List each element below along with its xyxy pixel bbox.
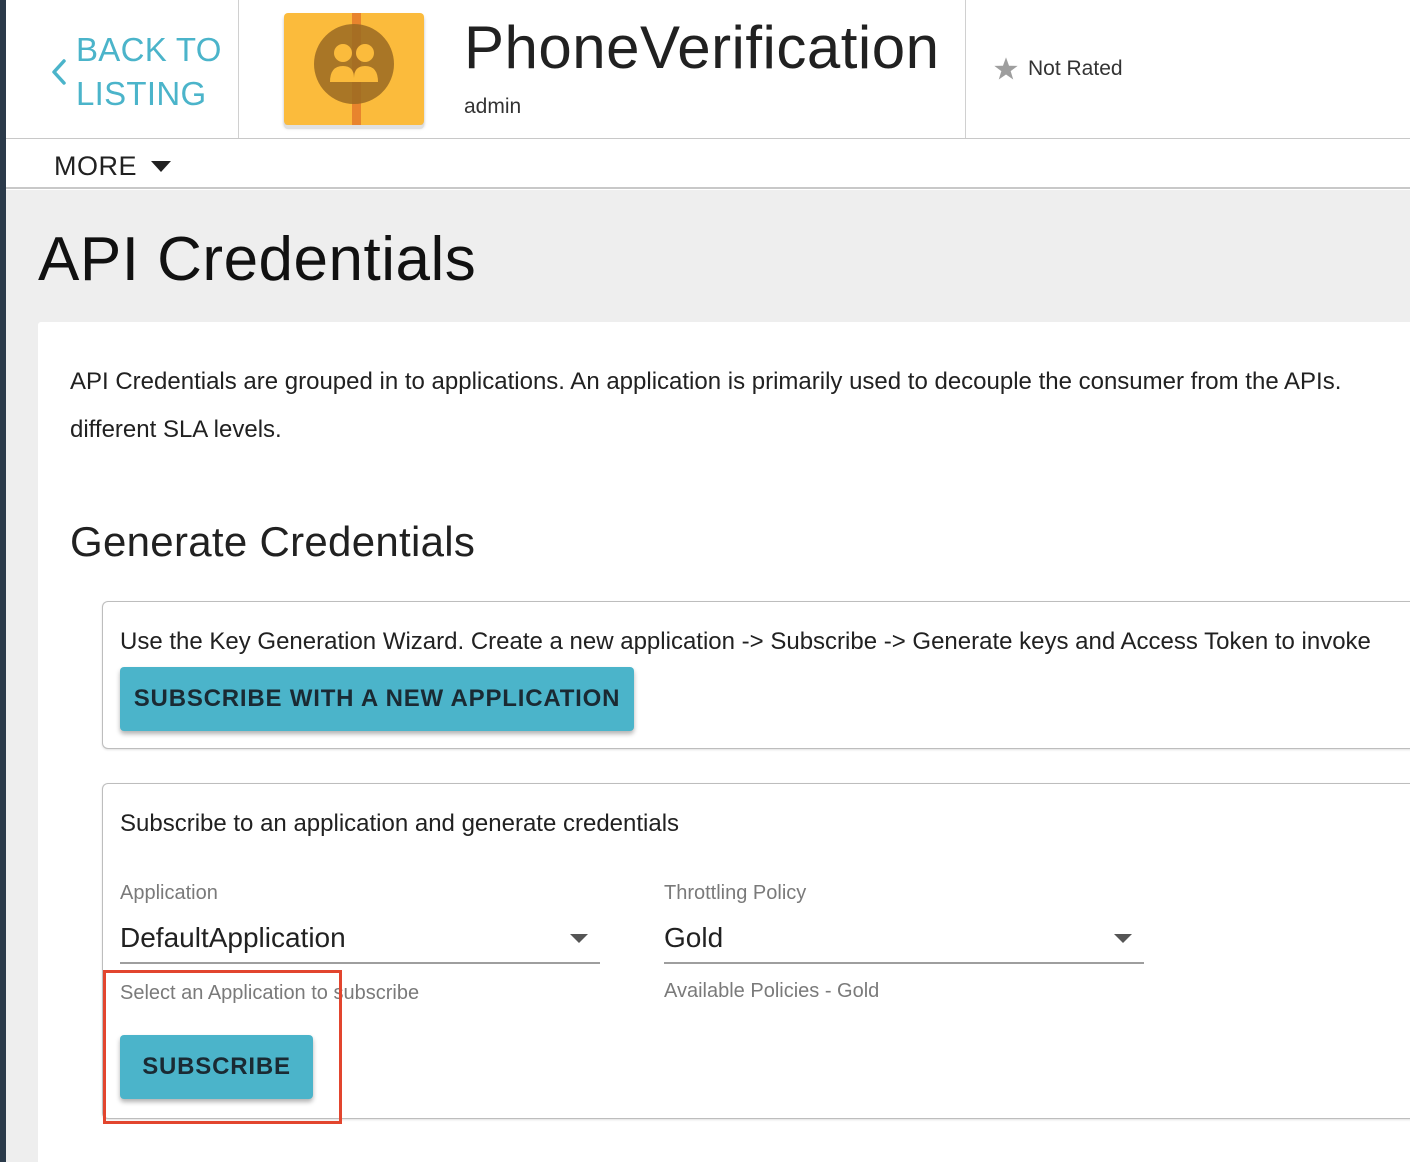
chevron-left-icon	[50, 52, 76, 92]
description-line-2: different SLA levels.	[70, 416, 282, 443]
more-menu-label[interactable]: MORE	[54, 151, 137, 182]
back-to-listing-link[interactable]: BACK TO LISTING	[50, 28, 226, 116]
back-block: BACK TO LISTING	[6, 0, 239, 138]
logo-shadow	[284, 125, 424, 129]
back-to-listing-label[interactable]: BACK TO LISTING	[76, 28, 226, 116]
api-header: BACK TO LISTING PhoneVerification admin …	[6, 0, 1410, 139]
page-title: API Credentials	[38, 225, 477, 294]
generate-credentials-title: Generate Credentials	[70, 518, 476, 565]
star-icon[interactable]	[992, 55, 1020, 83]
main-content: API Credentials API Credentials are grou…	[6, 190, 1410, 1162]
subscribe-new-application-button[interactable]: SUBSCRIBE WITH A NEW APPLICATION	[120, 667, 634, 731]
throttling-policy-value[interactable]: Gold	[664, 922, 723, 954]
api-logo	[284, 13, 424, 129]
more-bar: MORE	[6, 139, 1410, 189]
subscribe-button[interactable]: SUBSCRIBE	[120, 1035, 313, 1099]
caret-down-icon[interactable]	[570, 934, 588, 943]
api-title: PhoneVerification	[464, 14, 940, 81]
more-menu-button[interactable]: MORE	[54, 151, 171, 182]
policy-helper-text: Available Policies - Gold	[664, 980, 880, 1002]
throttling-policy-select[interactable]: Gold	[664, 918, 1144, 964]
api-owner: admin	[464, 95, 522, 118]
application-select[interactable]: DefaultApplication	[120, 918, 600, 964]
caret-down-icon[interactable]	[1114, 934, 1132, 943]
wizard-card: Use the Key Generation Wizard. Create a …	[102, 601, 1410, 749]
application-label: Application	[120, 882, 218, 904]
subscribe-card-text: Subscribe to an application and generate…	[120, 810, 680, 837]
application-select-value[interactable]: DefaultApplication	[120, 922, 346, 954]
wizard-text: Use the Key Generation Wizard. Create a …	[120, 628, 1371, 655]
subscribe-card: Subscribe to an application and generate…	[102, 783, 1410, 1119]
rating[interactable]: Not Rated	[992, 55, 1123, 83]
rating-label: Not Rated	[1028, 57, 1123, 80]
throttling-policy-label: Throttling Policy	[664, 882, 807, 904]
application-helper-text: Select an Application to subscribe	[120, 982, 420, 1004]
users-circle-icon	[310, 20, 398, 113]
caret-down-icon[interactable]	[151, 161, 171, 172]
credentials-description: API Credentials are grouped in to applic…	[70, 358, 1410, 454]
description-line-1: API Credentials are grouped in to applic…	[70, 368, 1342, 395]
credentials-panel: API Credentials are grouped in to applic…	[38, 322, 1410, 1162]
header-divider	[965, 0, 966, 138]
